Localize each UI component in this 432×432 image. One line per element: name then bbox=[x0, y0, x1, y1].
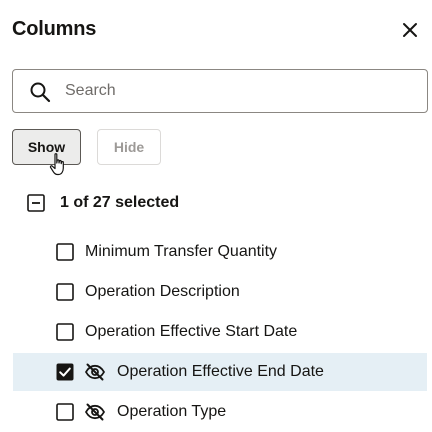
checked-checkbox[interactable] bbox=[56, 363, 74, 381]
column-item[interactable]: Minimum Transfer Quantity bbox=[13, 233, 427, 271]
column-label: Operation Effective Start Date bbox=[85, 323, 298, 340]
selection-summary: 1 of 27 selected bbox=[26, 192, 179, 214]
minus-square-icon[interactable] bbox=[27, 194, 45, 212]
eye-slash-icon bbox=[84, 361, 106, 383]
column-item[interactable]: Operation Description bbox=[13, 273, 427, 311]
search-field[interactable] bbox=[12, 69, 428, 113]
hide-button[interactable]: Hide bbox=[97, 129, 161, 165]
column-label: Operation Type bbox=[117, 403, 227, 420]
column-item[interactable]: Operation Effective Start Date bbox=[13, 313, 427, 351]
selection-count-text: 1 of 27 selected bbox=[60, 194, 180, 211]
checkbox[interactable] bbox=[56, 403, 74, 421]
close-icon[interactable] bbox=[399, 19, 421, 41]
column-item[interactable]: Operation Type bbox=[13, 393, 427, 431]
checkbox[interactable] bbox=[56, 323, 74, 341]
eye-slash-icon bbox=[84, 401, 106, 423]
column-label: Minimum Transfer Quantity bbox=[85, 243, 278, 260]
column-label: Operation Description bbox=[85, 283, 240, 300]
column-item-selected[interactable]: Operation Effective End Date bbox=[13, 353, 427, 391]
column-label: Operation Effective End Date bbox=[117, 363, 324, 380]
checkbox[interactable] bbox=[56, 243, 74, 261]
checkbox[interactable] bbox=[56, 283, 74, 301]
search-icon bbox=[29, 81, 51, 103]
search-input[interactable] bbox=[65, 70, 415, 112]
show-button[interactable]: Show bbox=[12, 129, 81, 165]
panel-title: Columns bbox=[12, 18, 97, 40]
